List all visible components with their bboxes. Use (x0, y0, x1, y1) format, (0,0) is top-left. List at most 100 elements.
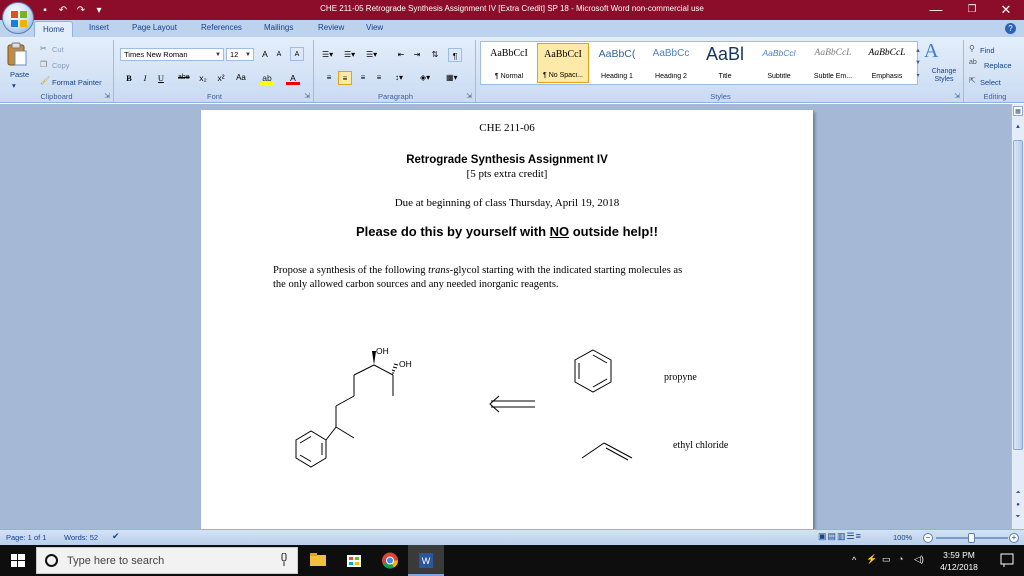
prev-page-icon[interactable]: ⏶ (1013, 488, 1023, 498)
restore-button[interactable]: ❐ (954, 0, 990, 20)
find-button[interactable]: Find (980, 46, 995, 55)
style-no-spacing[interactable]: AaBbCcI ¶ No Spaci... (537, 43, 589, 83)
zoom-in-icon[interactable]: + (1009, 533, 1019, 543)
word-count[interactable]: Words: 52 (64, 533, 98, 542)
font-launcher-icon[interactable]: ⇲ (304, 92, 310, 100)
align-right-icon[interactable]: ≡ (356, 71, 370, 85)
font-name-combo[interactable]: Times New Roman ▼ (120, 48, 224, 61)
justify-icon[interactable]: ≡ (372, 71, 386, 85)
tab-mailings[interactable]: Mailings (264, 23, 293, 32)
bullets-icon[interactable]: ☰▾ (320, 48, 335, 62)
strikethrough-button[interactable]: abe (176, 71, 192, 85)
help-icon[interactable]: ? (1005, 23, 1016, 34)
style-subtle-emphasis[interactable]: AaBbCcL Subtle Em... (807, 43, 859, 83)
paragraph-launcher-icon[interactable]: ⇲ (466, 92, 472, 100)
microphone-icon[interactable] (281, 553, 287, 567)
ruler-toggle-icon[interactable]: ▦ (1013, 106, 1023, 116)
font-color-icon[interactable]: A (286, 71, 300, 85)
superscript-button[interactable]: x² (214, 71, 228, 85)
shrink-font-button[interactable]: A (272, 48, 286, 62)
word-taskbar-icon[interactable]: W (408, 545, 444, 576)
document-page[interactable]: CHE 211-06 Retrograde Synthesis Assignme… (201, 110, 813, 529)
windows-start-icon[interactable] (0, 545, 36, 576)
clear-formatting-button[interactable]: A (290, 47, 304, 61)
tab-home[interactable]: Home (34, 21, 74, 37)
tray-battery-icon[interactable]: ▭ (882, 554, 891, 576)
numbering-icon[interactable]: ☰▾ (342, 48, 357, 62)
style-subtitle[interactable]: AaBbCcl Subtitle (753, 43, 805, 83)
office-button[interactable] (2, 2, 34, 34)
tray-volume-icon[interactable]: ◁) (914, 554, 924, 576)
taskbar-clock[interactable]: 3:59 PM 4/12/2018 (928, 549, 990, 573)
tray-chevron-icon[interactable]: ^ (852, 555, 856, 576)
select-arrow-icon[interactable]: ⇱ (969, 76, 976, 85)
increase-indent-icon[interactable]: ⇥ (410, 48, 424, 62)
next-page-icon[interactable]: ⏷ (1013, 512, 1023, 522)
style-emphasis[interactable]: AaBbCcL Emphasis (861, 43, 913, 83)
select-button[interactable]: Select (980, 78, 1001, 87)
tab-page-layout[interactable]: Page Layout (132, 23, 177, 32)
line-spacing-icon[interactable]: ↕▾ (392, 71, 406, 85)
styles-launcher-icon[interactable]: ⇲ (954, 92, 960, 100)
subscript-button[interactable]: x₂ (196, 71, 210, 85)
replace-icon[interactable]: ab (969, 59, 977, 66)
change-case-button[interactable]: Aa (234, 71, 248, 85)
shading-icon[interactable]: ◈▾ (418, 71, 432, 85)
paste-dropdown-icon[interactable]: ▾ (12, 81, 16, 90)
italic-button[interactable]: I (138, 71, 152, 85)
style-heading-1[interactable]: AaBbC( Heading 1 (591, 43, 643, 83)
minimize-button[interactable]: — (918, 0, 954, 20)
tray-network-icon[interactable]: ⚡ (866, 554, 877, 576)
tab-insert[interactable]: Insert (89, 23, 109, 32)
font-size-combo[interactable]: 12 ▼ (226, 48, 254, 61)
cut-icon[interactable]: ✂ (40, 44, 47, 53)
scroll-up-icon[interactable]: ▲ (1013, 122, 1023, 132)
highlight-icon[interactable]: ab (260, 71, 274, 85)
style-heading-2[interactable]: AaBbCc Heading 2 (645, 43, 697, 83)
store-icon[interactable] (336, 545, 372, 576)
align-center-icon[interactable]: ≡ (338, 71, 352, 85)
browse-object-icon[interactable]: ● (1013, 500, 1023, 510)
replace-button[interactable]: Replace (984, 61, 1012, 70)
zoom-slider-knob[interactable] (968, 533, 975, 543)
format-painter-icon[interactable]: 🖌 (40, 76, 50, 85)
file-explorer-icon[interactable] (300, 545, 336, 576)
paste-icon[interactable] (6, 42, 28, 68)
binoculars-icon[interactable]: ⚲ (969, 44, 975, 53)
sort-icon[interactable]: ⇅ (428, 48, 442, 62)
cut-button[interactable]: Cut (52, 45, 64, 54)
chrome-icon[interactable] (372, 545, 408, 576)
zoom-level[interactable]: 100% (893, 533, 912, 542)
change-styles-button[interactable]: Change Styles (928, 68, 960, 84)
multilevel-list-icon[interactable]: ☰▾ (364, 48, 379, 62)
align-left-icon[interactable]: ≡ (322, 71, 336, 85)
vertical-scrollbar[interactable]: ▦ ▲ ⏶ ● ⏷ (1011, 104, 1024, 529)
tab-references[interactable]: References (201, 23, 242, 32)
borders-icon[interactable]: ▦▾ (444, 71, 460, 85)
scroll-thumb[interactable] (1013, 140, 1023, 450)
change-styles-icon[interactable]: A (924, 40, 938, 63)
taskbar-search[interactable]: Type here to search (36, 547, 298, 574)
action-center-icon[interactable] (996, 545, 1018, 576)
style-title[interactable]: AaBl Title (699, 43, 751, 83)
bold-button[interactable]: B (122, 71, 136, 85)
tray-wifi-icon[interactable]: ◔ (898, 554, 903, 576)
gallery-scroll-down-icon[interactable]: ▼ (911, 56, 925, 70)
tab-view[interactable]: View (366, 23, 383, 32)
page-count[interactable]: Page: 1 of 1 (6, 533, 46, 542)
paste-button[interactable]: Paste (10, 70, 29, 79)
clipboard-launcher-icon[interactable]: ⇲ (104, 92, 110, 100)
underline-button[interactable]: U (154, 71, 168, 85)
grow-font-button[interactable]: A (258, 47, 272, 61)
view-buttons-icon[interactable]: ▣▤▥☰≡ (818, 531, 862, 542)
copy-button[interactable]: Copy (52, 61, 70, 70)
zoom-out-icon[interactable]: − (923, 533, 933, 543)
show-formatting-button[interactable]: ¶ (448, 48, 462, 62)
copy-icon[interactable]: ❐ (40, 60, 47, 69)
style-normal[interactable]: AaBbCcI ¶ Normal (483, 43, 535, 83)
close-button[interactable]: ✕ (988, 0, 1024, 20)
tab-review[interactable]: Review (318, 23, 344, 32)
gallery-more-icon[interactable]: ▾ (911, 69, 925, 83)
decrease-indent-icon[interactable]: ⇤ (394, 48, 408, 62)
format-painter-button[interactable]: Format Painter (52, 78, 102, 87)
